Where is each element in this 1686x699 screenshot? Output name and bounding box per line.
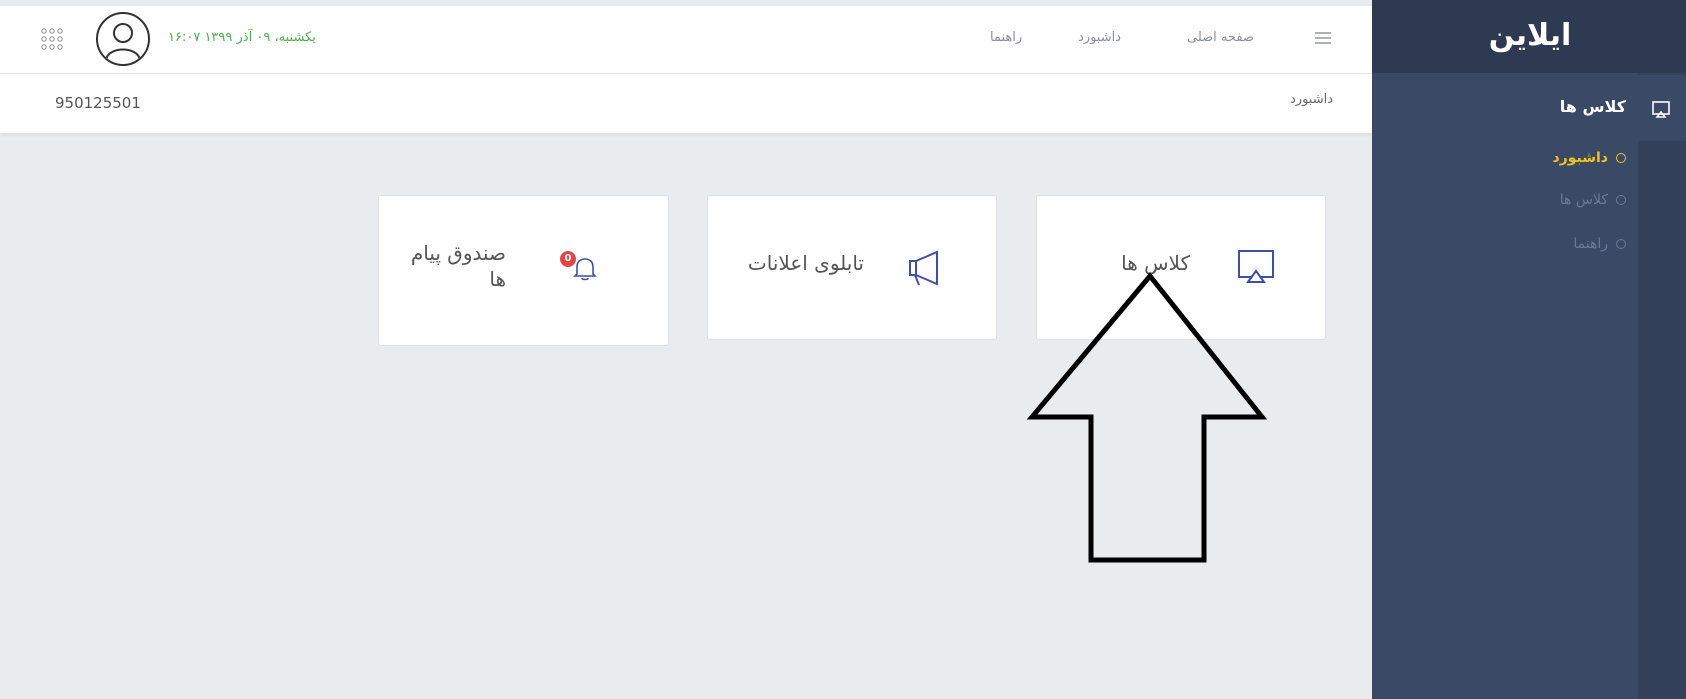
topnav-dashboard[interactable]: داشبورد: [1078, 30, 1121, 45]
sidebar-item-help[interactable]: راهنما: [1500, 236, 1626, 252]
top-header: یکشنبه، ۰۹ آذر ۱۳۹۹ ۱۶:۰۷ راهنما داشبورد…: [0, 6, 1372, 74]
user-avatar[interactable]: [96, 12, 150, 66]
circle-icon: [1616, 153, 1626, 163]
megaphone-icon: [909, 250, 938, 286]
card-classes-label: کلاس ها: [1121, 251, 1190, 275]
sidebar-item-label: داشبورد: [1552, 150, 1609, 166]
user-id: 950125501: [55, 94, 141, 112]
card-announcements-label: تابلوی اعلانات: [747, 251, 864, 275]
brand-logo[interactable]: ایلاین: [1470, 18, 1590, 58]
sidebar-item-label: راهنما: [1573, 236, 1608, 252]
breadcrumb-bar: 950125501 داشبورد: [0, 74, 1372, 133]
sidebar-item-classes[interactable]: کلاس ها: [1500, 192, 1626, 208]
sidebar-item-dashboard[interactable]: داشبورد: [1500, 150, 1626, 166]
hamburger-menu-icon[interactable]: [1312, 26, 1334, 50]
circle-icon: [1616, 239, 1626, 249]
user-icon: [105, 23, 141, 61]
topnav-home[interactable]: صفحه اصلی: [1187, 30, 1254, 45]
sidebar-section-title[interactable]: کلاس ها: [1500, 97, 1626, 116]
breadcrumb[interactable]: داشبورد: [1290, 92, 1333, 107]
apps-grid-icon[interactable]: [40, 27, 64, 51]
notification-badge: 0: [560, 251, 576, 267]
card-message-inbox-label: صندوق پیام ها: [410, 241, 506, 291]
current-datetime: یکشنبه، ۰۹ آذر ۱۳۹۹ ۱۶:۰۷: [168, 30, 316, 45]
topnav-help[interactable]: راهنما: [990, 30, 1022, 45]
screen-cast-icon[interactable]: [1650, 98, 1672, 120]
screen-cast-icon: [1238, 250, 1274, 283]
sidebar-item-label: کلاس ها: [1559, 192, 1608, 208]
circle-icon: [1616, 195, 1626, 205]
